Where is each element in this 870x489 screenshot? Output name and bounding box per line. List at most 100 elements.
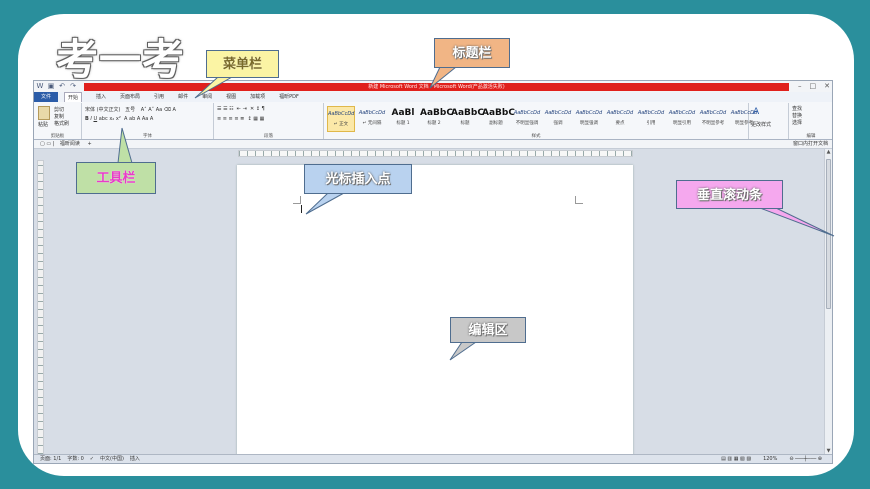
style-tile[interactable]: AaBbC 标题 [451,106,484,132]
editing-label: 编辑 [806,134,816,139]
crop-mark [575,196,583,204]
style-tile[interactable]: AaBbC 副标题 [482,106,515,132]
style-tile[interactable]: AaBbC 标题 2 [420,106,453,132]
styles-gallery: AaBbCcDd ↵ 正文 AaBbCcDd ↵ 无间隔 AaBl 标题 1 AaBbC 标题… [327,106,758,132]
change-styles-icon[interactable]: A [753,107,759,117]
minimize-icon[interactable]: – [798,82,802,90]
save-icon[interactable]: ▣ [47,82,55,90]
style-tile[interactable]: AaBbCcDd ↵ 无间隔 [358,106,386,132]
style-name: 标题 1 [396,121,410,126]
style-tile[interactable]: AaBbCcDd 不明显强调 [513,106,541,132]
style-tile[interactable]: AaBbCcDd ↵ 正文 [327,106,355,132]
grow-font-icon[interactable]: A˄ A˅ Aa ⌫ A [141,107,176,113]
font-label: 字体 [143,134,152,139]
horizontal-ruler[interactable] [238,150,633,157]
open-in-window[interactable]: 窗口内打开文档 [793,140,828,149]
maximize-icon[interactable]: □ [810,82,817,90]
scroll-up-icon[interactable]: ▲ [825,149,832,156]
edit-area[interactable] [237,165,633,457]
window-title: 新建 Microsoft Word 文档 - Microsoft Word(产品… [368,84,505,90]
cut-button[interactable]: 剪切 [54,106,64,113]
menu-addins[interactable]: 加载项 [250,92,265,102]
style-tile[interactable]: AaBbCcDd 引用 [637,106,665,132]
title-bar-callout: 标题栏 [434,38,510,68]
style-sample: AaBbCcDd [575,110,603,116]
style-name: ↵ 正文 [333,122,349,127]
style-tile[interactable]: AaBbCcDd 强调 [544,106,572,132]
style-sample: AaBbC [482,108,515,118]
clipboard-group: 粘贴 剪切 复制 格式刷 剪贴板 [34,103,82,139]
zoom-level[interactable]: 120% [763,455,777,463]
style-name: 标题 2 [427,121,441,126]
language-status[interactable]: 中文(中国) [100,455,124,463]
style-name: 副标题 [489,121,503,126]
align-buttons[interactable]: ≡ ≡ ≡ ≡ ≣ ↕ ▦ ▦ [217,116,264,122]
word-app-icon[interactable]: W [36,82,44,90]
paste-button[interactable]: 粘贴 [38,121,48,128]
toolbar-callout: 工具栏 [76,162,156,194]
styles-label: 样式 [531,134,541,139]
paste-icon[interactable] [38,106,50,120]
zoom-slider[interactable]: ⊖ ───┼─── ⊕ [789,455,822,463]
paragraph-label: 段落 [264,134,273,139]
font-size-select[interactable]: 五号 [125,107,135,113]
window-controls: – □ ✕ [798,82,830,90]
text-cursor [301,205,302,213]
clipboard-label: 剪贴板 [50,134,65,139]
style-name: 引用 [646,121,656,126]
style-sample: AaBbCcDd [606,110,634,116]
ribbon-toolbar: 粘贴 剪切 复制 格式刷 剪贴板 宋体 (中文正文) 五号 A˄ A˅ Aa ⌫… [34,102,832,140]
style-tile[interactable]: AaBbCcDd 不明显参考 [699,106,727,132]
select-button[interactable]: 选择 [792,119,802,126]
vertical-ruler[interactable] [37,160,44,455]
style-tile[interactable]: AaBl 标题 1 [389,106,417,132]
menu-references[interactable]: 引用 [154,92,164,102]
font-name-select[interactable]: 宋体 (中文正文) [85,107,121,113]
style-name: 强调 [553,121,563,126]
menu-view[interactable]: 视图 [226,92,236,102]
proofing-icon[interactable]: ✓ [90,455,94,463]
style-tile[interactable]: AaBbCcDd 明显引用 [668,106,696,132]
menu-insert[interactable]: 插入 [96,92,106,102]
edit-area-callout: 编辑区 [450,317,526,343]
foxit-tab[interactable]: 福昕阅读 [60,141,80,147]
editing-group: 查找 替换 选择 编辑 [789,103,832,139]
document-tab-bar: ▢ ▭ | 福昕阅读 + 窗口内打开文档 [34,140,832,149]
style-sample: AaBbCcDd [668,110,696,116]
style-name: 明显强调 [580,121,598,126]
format-painter-button[interactable]: 格式刷 [54,120,69,127]
paragraph-group: ☰ ☰ ☷ ⇤ ⇥ ✕ ↕ ¶ ≡ ≡ ≡ ≡ ≣ ↕ ▦ ▦ 段落 [214,103,324,139]
menu-foxit-pdf[interactable]: 福昕PDF [279,92,299,102]
scrollbar-thumb[interactable] [826,159,831,309]
menu-review[interactable]: 审阅 [202,92,212,102]
menu-mailings[interactable]: 邮件 [178,92,188,102]
menu-file[interactable]: 文件 [34,92,58,102]
style-name: 要点 [615,121,625,126]
vertical-scrollbar[interactable]: ▲ ▼ [824,149,832,455]
replace-button[interactable]: 替换 [792,112,802,119]
crop-mark [293,196,301,204]
view-zoom-controls: ▤ ▥ ▦ ▧ ▨ 120% ⊖ ───┼─── ⊕ [715,455,822,463]
close-icon[interactable]: ✕ [824,82,830,90]
insert-mode[interactable]: 插入 [130,455,140,463]
style-name: 不明显强调 [515,121,539,126]
menu-page-layout[interactable]: 页面布局 [120,92,140,102]
font-format-buttons[interactable]: B I U abc x₂ x² A ab A Aa A [85,116,153,122]
style-sample: AaBbCcDd [637,110,665,116]
menu-home[interactable]: 开始 [64,91,83,103]
style-sample: AaBbCcDd [699,110,727,116]
view-buttons[interactable]: ▤ ▥ ▦ ▧ ▨ [721,455,751,463]
list-buttons[interactable]: ☰ ☰ ☷ ⇤ ⇥ ✕ ↕ ¶ [217,106,265,112]
style-sample: AaBbCcDd [358,110,386,116]
page-count[interactable]: 页面: 1/1 [40,455,61,463]
copy-button[interactable]: 复制 [54,113,64,120]
add-tab-icon[interactable]: + [88,141,92,147]
style-tile[interactable]: AaBbCcDd 要点 [606,106,634,132]
change-styles-button[interactable]: 更改样式 [751,121,771,128]
find-button[interactable]: 查找 [792,105,802,112]
word-count[interactable]: 字数: 0 [67,455,83,463]
style-tile[interactable]: AaBbCcDd 明显强调 [575,106,603,132]
new-doc-icon[interactable]: ▢ ▭ | [40,141,54,147]
style-name: ↵ 无间隔 [362,121,382,126]
style-sample: AaBl [391,108,415,118]
